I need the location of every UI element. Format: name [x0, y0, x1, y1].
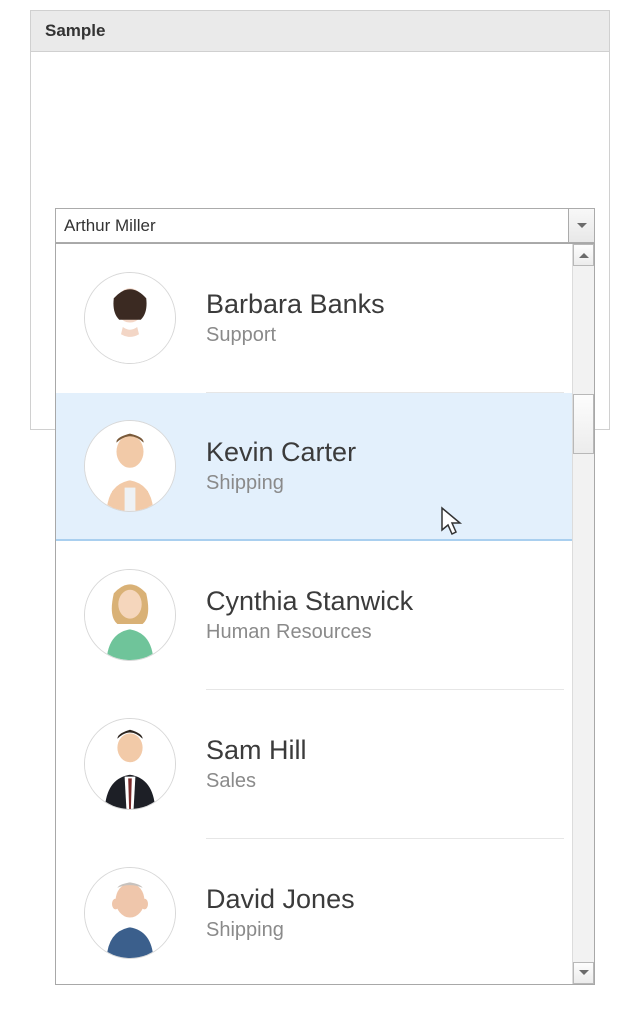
list-item[interactable]: Cynthia Stanwick Human Resources [56, 541, 572, 689]
avatar [84, 420, 176, 512]
list-item-text: Sam Hill Sales [206, 735, 554, 793]
avatar [84, 569, 176, 661]
item-name: Cynthia Stanwick [206, 586, 554, 617]
list-item-text: David Jones Shipping [206, 884, 554, 942]
chevron-down-icon [579, 970, 589, 976]
item-department: Shipping [206, 472, 554, 495]
scroll-up-button[interactable] [573, 244, 594, 266]
item-department: Support [206, 324, 554, 347]
combobox-input[interactable] [56, 209, 568, 242]
scroll-thumb[interactable] [573, 394, 594, 454]
combobox-dropdown-button[interactable] [568, 209, 594, 242]
item-name: David Jones [206, 884, 554, 915]
chevron-up-icon [579, 252, 589, 258]
employee-combobox[interactable] [55, 208, 595, 243]
list-item-text: Barbara Banks Support [206, 289, 554, 347]
scrollbar[interactable] [572, 244, 594, 984]
list-item-text: Cynthia Stanwick Human Resources [206, 586, 554, 644]
list-item[interactable]: Barbara Banks Support [56, 244, 572, 392]
combobox-dropdown: Barbara Banks Support Kevin Carter Sh [55, 243, 595, 985]
item-department: Sales [206, 770, 554, 793]
list-item-text: Kevin Carter Shipping [206, 437, 554, 495]
list-item[interactable]: Sam Hill Sales [56, 690, 572, 838]
avatar [84, 718, 176, 810]
dropdown-list: Barbara Banks Support Kevin Carter Sh [56, 244, 572, 984]
avatar [84, 867, 176, 959]
item-department: Shipping [206, 919, 554, 942]
item-name: Barbara Banks [206, 289, 554, 320]
item-name: Kevin Carter [206, 437, 554, 468]
panel-title: Sample [31, 11, 609, 52]
chevron-down-icon [577, 223, 587, 229]
avatar [84, 272, 176, 364]
item-department: Human Resources [206, 621, 554, 644]
scroll-down-button[interactable] [573, 962, 594, 984]
list-item[interactable]: David Jones Shipping [56, 839, 572, 984]
item-name: Sam Hill [206, 735, 554, 766]
list-item[interactable]: Kevin Carter Shipping [56, 393, 572, 541]
